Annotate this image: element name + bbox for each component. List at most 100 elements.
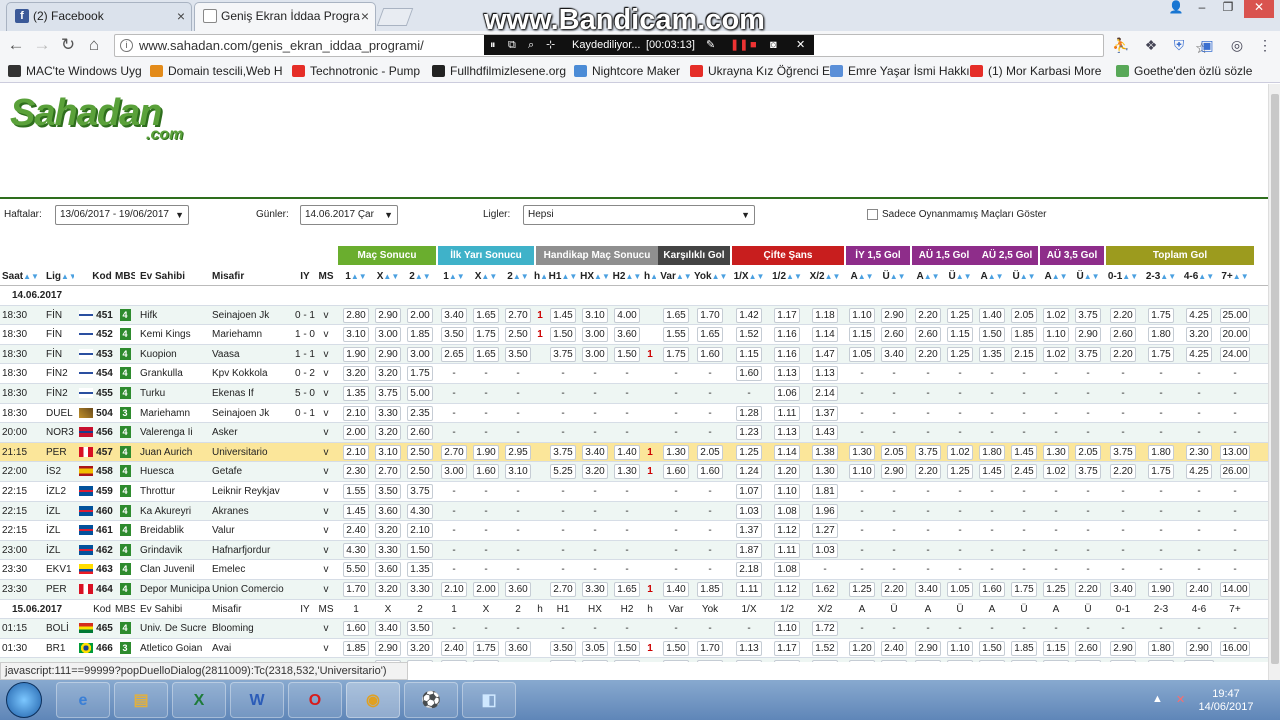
odds-button[interactable]: 2.40 xyxy=(343,523,369,539)
away-team-cell[interactable]: Blooming xyxy=(212,619,294,638)
user-icon[interactable]: 👤 xyxy=(1164,0,1188,18)
column-header[interactable]: 2▲▼ xyxy=(504,267,532,286)
odds-button[interactable]: 1.87 xyxy=(736,542,762,558)
ms-link-cell[interactable]: v xyxy=(318,306,334,325)
odds-button[interactable]: 1.62 xyxy=(812,581,838,597)
start-button[interactable] xyxy=(6,682,42,718)
odds-button[interactable]: 5.00 xyxy=(407,385,433,401)
odds-button[interactable]: 1.10 xyxy=(849,307,875,323)
odds-button[interactable]: 3.10 xyxy=(505,464,531,480)
odds-button[interactable]: 1.42 xyxy=(736,307,762,323)
sort-icon[interactable]: ▲▼ xyxy=(1052,272,1068,281)
away-team-cell[interactable]: Valur xyxy=(212,521,294,540)
odds-button[interactable]: 1.15 xyxy=(849,327,875,343)
odds-button[interactable]: 4.30 xyxy=(343,542,369,558)
ie-taskbar-icon[interactable]: e xyxy=(56,682,110,718)
odds-button[interactable]: 2.05 xyxy=(697,444,723,460)
odds-button[interactable]: 1.85 xyxy=(1011,640,1037,656)
odds-button[interactable]: 1.02 xyxy=(1043,464,1069,480)
home-team-cell[interactable]: Univ. De Sucre xyxy=(140,619,210,638)
odds-button[interactable]: 3.30 xyxy=(407,581,433,597)
odds-button[interactable]: 3.00 xyxy=(375,327,401,343)
away-team-cell[interactable]: Akranes xyxy=(212,502,294,521)
odds-button[interactable]: 1.45 xyxy=(1011,444,1037,460)
column-header[interactable]: 1/2▲▼ xyxy=(770,267,804,286)
odds-button[interactable]: 2.20 xyxy=(915,464,941,480)
odds-button[interactable]: 1.80 xyxy=(1148,640,1174,656)
explorer-taskbar-icon[interactable]: ▤ xyxy=(114,682,168,718)
sort-icon[interactable]: ▲▼ xyxy=(956,272,972,281)
site-logo[interactable]: Sahadan xyxy=(10,92,162,135)
sort-icon[interactable]: ▲▼ xyxy=(676,272,692,281)
match-row[interactable]: 01:15 BOLİ 465 4 Univ. De Sucre Blooming v 1.60… xyxy=(0,619,1268,639)
match-row[interactable]: 18:30 FİN 453 4 Kuopion Vaasa 1 - 1 v 1.90 2.90 3.… xyxy=(0,344,1268,365)
odds-button[interactable]: 1.60 xyxy=(663,660,689,662)
odds-button[interactable]: 1.03 xyxy=(812,542,838,558)
close-tab-icon[interactable]: × xyxy=(361,3,369,29)
sort-icon[interactable]: ▲▼ xyxy=(383,272,399,281)
odds-button[interactable]: 3.60 xyxy=(505,640,531,656)
sort-icon[interactable]: ▲▼ xyxy=(650,272,656,281)
odds-button[interactable]: 3.20 xyxy=(582,464,608,480)
clock[interactable]: 19:47 14/06/2017 xyxy=(1196,688,1256,714)
odds-button[interactable]: 1.50 xyxy=(947,660,973,662)
odds-button[interactable]: 1.45 xyxy=(343,503,369,519)
odds-button[interactable]: 13.00 xyxy=(1220,444,1250,460)
away-team-cell[interactable]: Getafe xyxy=(212,462,294,481)
odds-button[interactable]: 1.16 xyxy=(774,346,800,362)
odds-button[interactable]: 2.30 xyxy=(1186,444,1212,460)
match-row[interactable]: 21:15 PER 457 4 Juan Aurich Universitario v 2.1… xyxy=(0,442,1268,463)
column-header[interactable]: 4-6▲▼ xyxy=(1182,267,1216,286)
odds-button[interactable]: 5.25 xyxy=(550,464,576,480)
odds-button[interactable]: 26.00 xyxy=(1220,464,1250,480)
column-header[interactable]: A▲▼ xyxy=(976,267,1008,286)
away-team-cell[interactable]: Kpv Kokkola xyxy=(212,364,294,383)
odds-button[interactable]: 1.35 xyxy=(343,385,369,401)
odds-button[interactable]: 3.40 xyxy=(881,346,907,362)
odds-button[interactable]: 1.14 xyxy=(812,327,838,343)
odds-button[interactable]: 2.05 xyxy=(881,444,907,460)
odds-button[interactable]: 1.50 xyxy=(614,640,640,656)
odds-button[interactable]: 5.50 xyxy=(343,562,369,578)
odds-button[interactable]: 3.75 xyxy=(375,385,401,401)
column-header[interactable]: Ü▲▼ xyxy=(944,267,976,286)
odds-button[interactable]: 1.37 xyxy=(736,523,762,539)
days-select[interactable]: 14.06.2017 Çar ▼ xyxy=(300,205,398,225)
home-team-cell[interactable]: Throttur xyxy=(140,482,210,501)
odds-button[interactable]: 3.75 xyxy=(1110,444,1136,460)
odds-button[interactable]: 1.90 xyxy=(473,444,499,460)
sort-icon[interactable]: ▲▼ xyxy=(825,272,841,281)
odds-button[interactable]: 1.17 xyxy=(774,307,800,323)
sort-icon[interactable]: ▲▼ xyxy=(449,272,465,281)
odds-button[interactable]: 4.30 xyxy=(407,503,433,519)
odds-button[interactable]: 2.50 xyxy=(407,444,433,460)
odds-button[interactable]: 1.75 xyxy=(1148,464,1174,480)
odds-button[interactable]: 2.50 xyxy=(407,464,433,480)
column-header[interactable]: h▲▼ xyxy=(644,267,656,286)
odds-button[interactable]: 1.90 xyxy=(582,660,608,662)
bookmark-item[interactable]: Goethe'den özlü sözle xyxy=(1116,64,1252,78)
ms-link-cell[interactable]: v xyxy=(318,639,334,658)
odds-button[interactable]: 2.65 xyxy=(441,346,467,362)
sort-icon[interactable]: ▲▼ xyxy=(61,272,74,281)
ms-link-cell[interactable]: v xyxy=(318,482,334,501)
column-header[interactable]: 2▲▼ xyxy=(404,267,436,286)
home-team-cell[interactable]: Mariehamn xyxy=(140,404,210,423)
odds-button[interactable]: 2.60 xyxy=(881,660,907,662)
sort-icon[interactable]: ▲▼ xyxy=(594,272,610,281)
odds-button[interactable]: 3.10 xyxy=(550,660,576,662)
odds-button[interactable]: 1.28 xyxy=(736,405,762,421)
odds-button[interactable]: 1.15 xyxy=(1043,640,1069,656)
odds-button[interactable]: 2.10 xyxy=(407,523,433,539)
odds-button[interactable]: 16.00 xyxy=(1220,640,1250,656)
odds-button[interactable]: 2.60 xyxy=(1075,640,1101,656)
shield-extension-icon[interactable]: ⛨ xyxy=(1170,36,1188,54)
home-team-cell[interactable]: Hifk xyxy=(140,306,210,325)
odds-button[interactable]: 1.75 xyxy=(407,366,433,382)
odds-button[interactable]: 1.45 xyxy=(550,307,576,323)
column-header[interactable]: Ev Sahibi xyxy=(140,267,210,286)
match-row[interactable]: 22:00 İS2 458 4 Huesca Getafe v 2.30 2.70 2.50 3.0… xyxy=(0,462,1268,482)
odds-button[interactable]: 2.10 xyxy=(343,444,369,460)
odds-button[interactable]: 3.20 xyxy=(343,366,369,382)
home-team-cell[interactable]: Breidablik xyxy=(140,521,210,540)
